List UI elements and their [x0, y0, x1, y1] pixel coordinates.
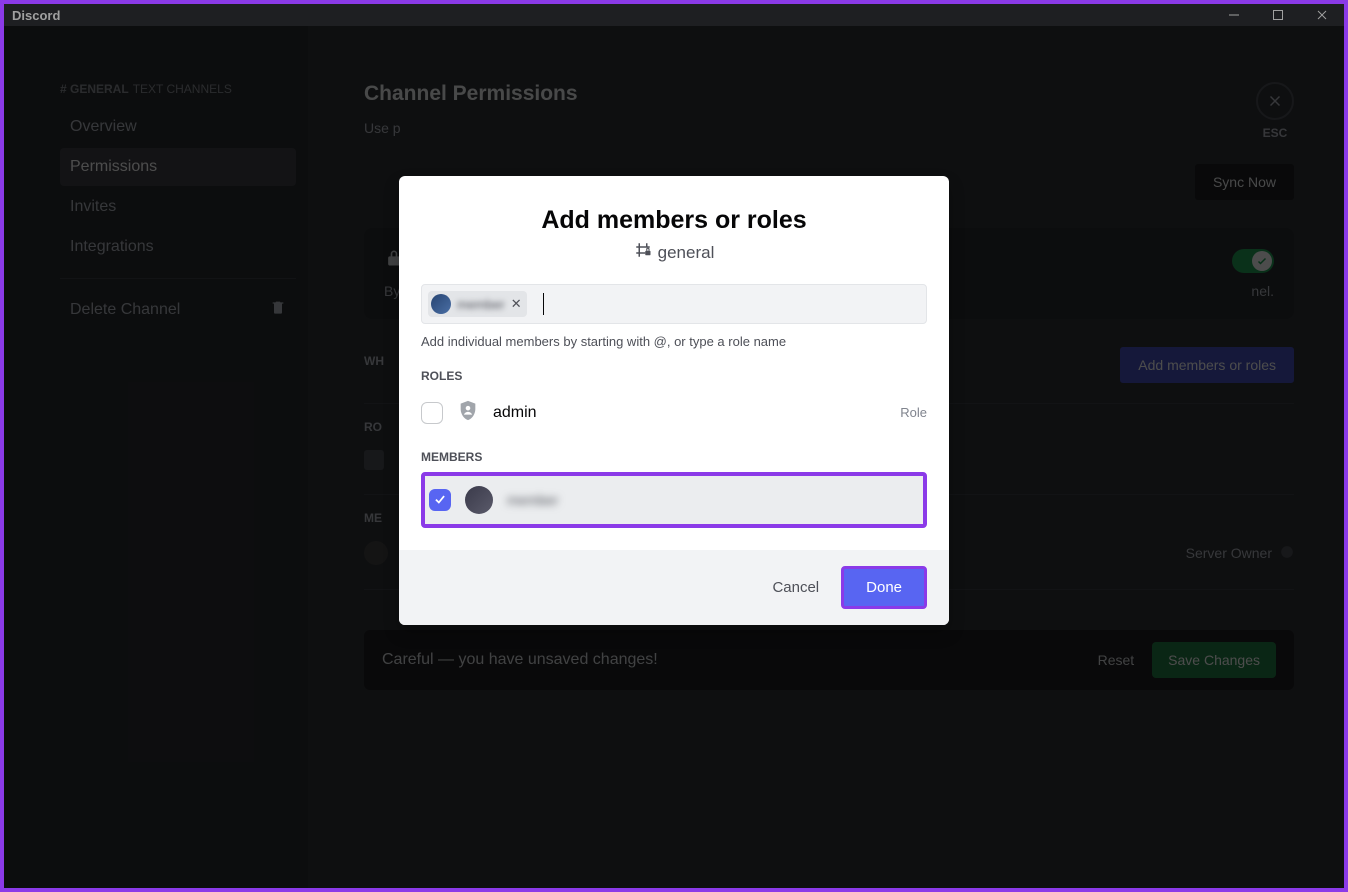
modal-footer: Cancel Done: [399, 550, 949, 625]
roles-label: ROLES: [421, 369, 927, 383]
member-name: member: [507, 492, 558, 508]
app-frame: Discord # GENERAL TEXT CHANNELS Overview…: [4, 4, 1344, 888]
text-cursor: [543, 293, 544, 315]
selected-chip: member ✕: [428, 291, 527, 317]
close-window-button[interactable]: [1308, 5, 1336, 25]
role-checkbox[interactable]: [421, 402, 443, 424]
window-controls: [1220, 5, 1336, 25]
member-search-input[interactable]: member ✕: [421, 284, 927, 324]
cancel-button[interactable]: Cancel: [772, 579, 819, 596]
maximize-button[interactable]: [1264, 5, 1292, 25]
modal-body: Add members or roles general member ✕: [399, 176, 949, 550]
chip-avatar: [431, 294, 451, 314]
title-bar: Discord: [4, 4, 1344, 26]
member-checkbox[interactable]: [429, 489, 451, 511]
shield-icon: [457, 399, 479, 426]
role-item-admin[interactable]: admin Role: [421, 391, 927, 434]
done-button[interactable]: Done: [841, 566, 927, 609]
app-title: Discord: [12, 8, 60, 23]
chip-remove-icon[interactable]: ✕: [511, 296, 522, 312]
member-avatar: [465, 486, 493, 514]
modal-overlay[interactable]: Add members or roles general member ✕: [4, 26, 1344, 888]
input-hint: Add individual members by starting with …: [421, 334, 927, 349]
chip-name: member: [457, 297, 505, 312]
add-members-modal: Add members or roles general member ✕: [399, 176, 949, 625]
member-item[interactable]: member: [421, 472, 927, 528]
hash-lock-icon: [634, 241, 652, 264]
check-icon: [433, 492, 447, 509]
channel-name: general: [658, 243, 715, 263]
minimize-button[interactable]: [1220, 5, 1248, 25]
role-name: admin: [493, 404, 537, 422]
members-label: MEMBERS: [421, 450, 927, 464]
role-type: Role: [900, 405, 927, 420]
modal-title: Add members or roles: [421, 206, 927, 235]
modal-subtitle: general: [421, 241, 927, 264]
app-body: # GENERAL TEXT CHANNELS Overview Permiss…: [4, 26, 1344, 888]
